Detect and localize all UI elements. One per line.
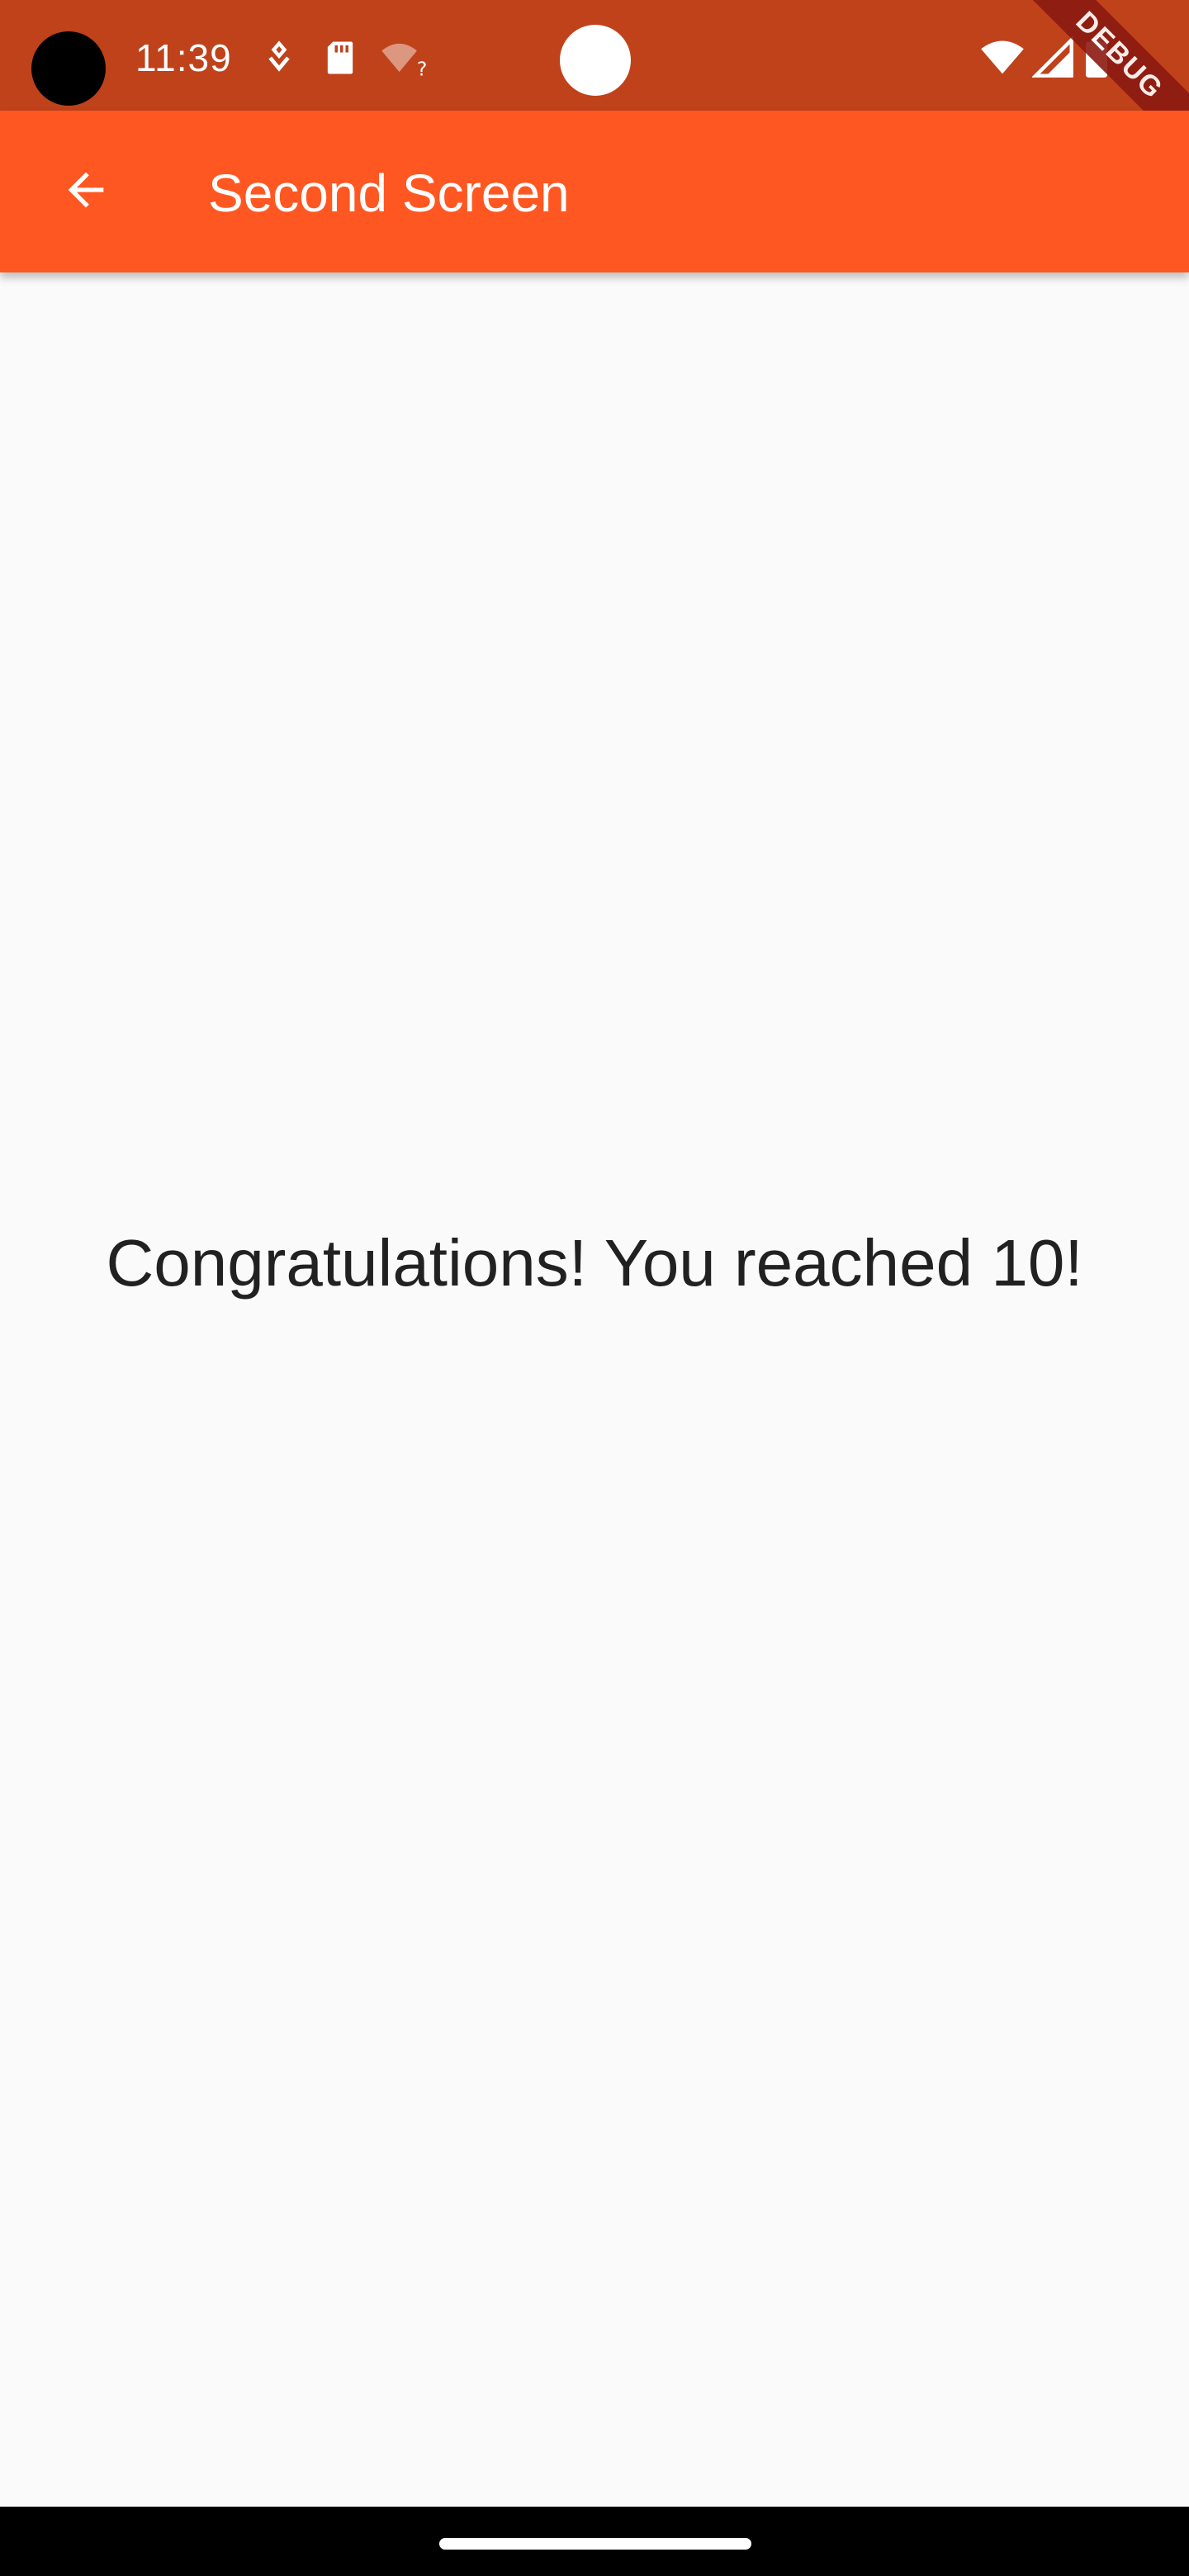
home-indicator[interactable] (439, 2538, 751, 2550)
page-title: Second Screen (208, 163, 570, 223)
arrow-back-icon (59, 163, 112, 220)
status-time: 11:39 (135, 36, 232, 79)
data-saver-icon (258, 36, 301, 79)
wifi-unknown-icon: ? (378, 36, 431, 80)
svg-text:?: ? (417, 57, 427, 79)
sd-card-icon (319, 36, 362, 79)
app-bar: Second Screen (0, 111, 1189, 272)
center-indicator-dot (560, 25, 631, 96)
wifi-icon (979, 36, 1026, 79)
back-button[interactable] (38, 144, 134, 239)
congratulations-message: Congratulations! You reached 10! (106, 1226, 1083, 1300)
camera-cutout (31, 31, 106, 106)
phone-screen: 11:39 ? DEBUG Second Screen Congratulati… (0, 0, 1189, 2576)
status-bar: 11:39 ? DEBUG (0, 0, 1189, 177)
navigation-bar (0, 2507, 1189, 2576)
main-content: Congratulations! You reached 10! (0, 272, 1189, 2502)
cell-signal-icon (1031, 36, 1075, 79)
